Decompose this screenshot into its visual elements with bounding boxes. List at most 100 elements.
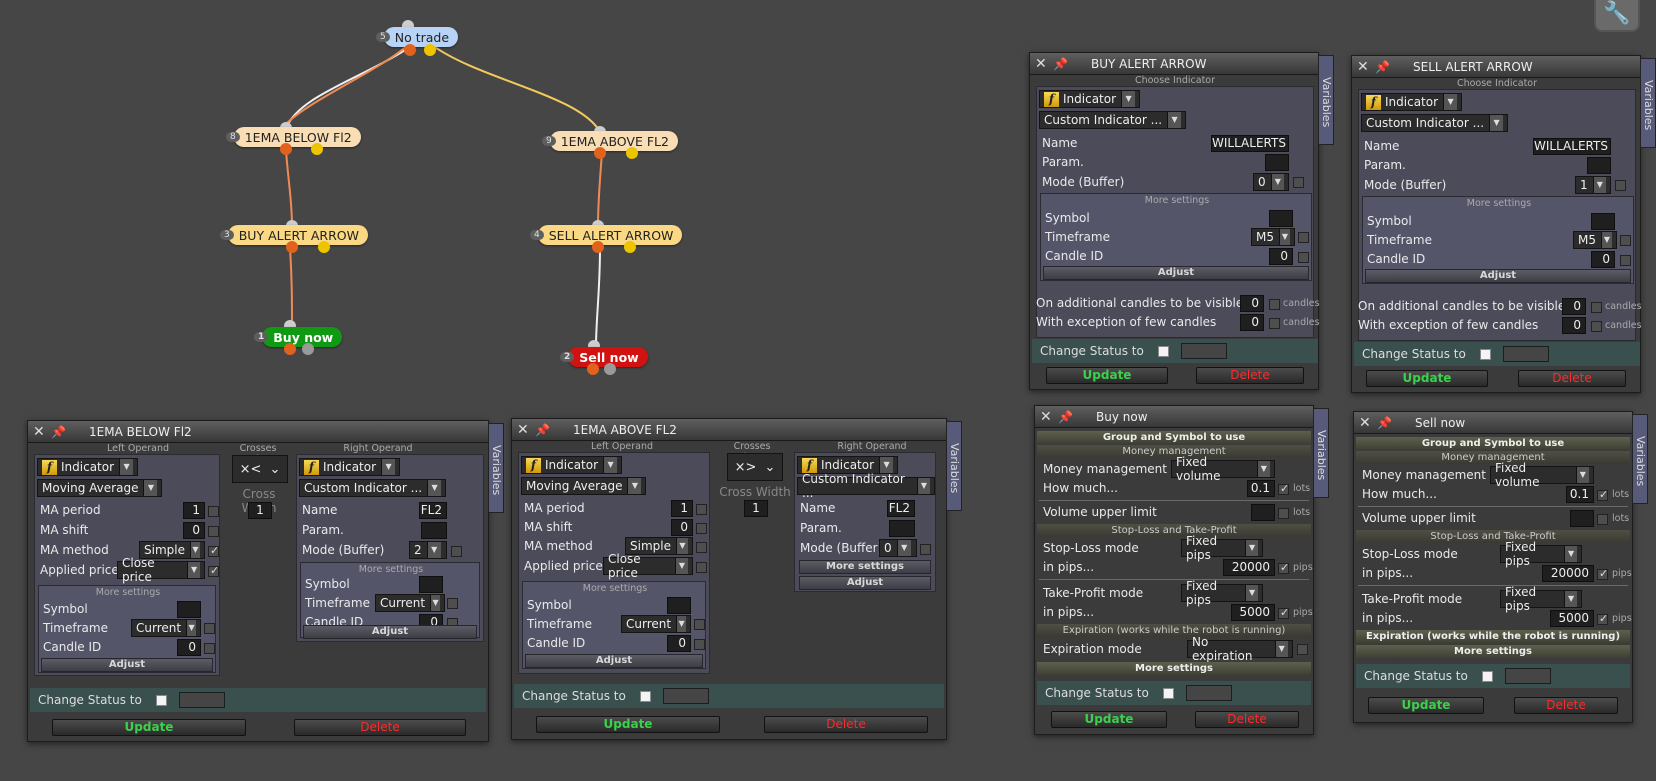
operand-kind-select[interactable]: f Indicator ▼ xyxy=(521,456,623,474)
delete-button[interactable]: Delete xyxy=(1196,367,1304,384)
ma-shift-input[interactable]: 0 xyxy=(671,519,693,536)
checkbox[interactable] xyxy=(1591,321,1602,332)
output-connector[interactable] xyxy=(286,241,298,253)
output-connector[interactable] xyxy=(311,143,323,155)
adjust-button[interactable]: Adjust xyxy=(1043,266,1309,280)
checkbox[interactable] xyxy=(1597,488,1608,501)
group-symbol-section[interactable]: Group and Symbol to use xyxy=(1356,437,1630,450)
variables-tab[interactable]: Variables xyxy=(1313,408,1329,498)
cross-type-select[interactable]: ×> ⌄ xyxy=(727,453,783,481)
update-button[interactable]: Update xyxy=(1368,697,1484,714)
take-profit-pips-input[interactable]: 5000 xyxy=(1231,604,1275,621)
symbol-input[interactable] xyxy=(1591,213,1615,230)
stop-loss-select[interactable]: Fixed pips ▼ xyxy=(1181,534,1263,562)
param-input[interactable] xyxy=(1265,154,1289,171)
variables-tab[interactable]: Variables xyxy=(488,423,504,513)
indicator-type-select[interactable]: Moving Average ▼ xyxy=(37,479,163,497)
name-input[interactable]: FL2 xyxy=(419,502,447,519)
checkbox[interactable] xyxy=(208,544,219,557)
expiration-section[interactable]: Expiration (works while the robot is run… xyxy=(1356,630,1630,643)
ma-shift-input[interactable]: 0 xyxy=(183,522,205,539)
cross-type-select[interactable]: ×< ⌄ xyxy=(232,455,288,483)
checkbox[interactable] xyxy=(447,598,458,609)
output-connector[interactable] xyxy=(424,44,436,56)
status-checkbox[interactable] xyxy=(155,694,167,706)
checkbox[interactable] xyxy=(204,643,215,654)
pin-icon[interactable]: 📌 xyxy=(51,425,69,439)
variables-tab[interactable]: Variables xyxy=(946,421,962,511)
stop-loss-select[interactable]: Fixed pips ▼ xyxy=(1500,540,1582,568)
mode-buffer-select[interactable]: 1 ▼ xyxy=(1575,176,1611,194)
timeframe-select[interactable]: Current ▼ xyxy=(621,615,691,633)
checkbox[interactable] xyxy=(208,526,219,537)
output-connector[interactable] xyxy=(594,147,606,159)
status-select[interactable] xyxy=(1502,346,1549,362)
adjust-button[interactable]: Adjust xyxy=(525,654,703,668)
checkbox[interactable] xyxy=(1297,644,1308,655)
update-button[interactable]: Update xyxy=(52,719,246,736)
how-much-input[interactable]: 0.1 xyxy=(1247,480,1275,497)
checkbox[interactable] xyxy=(1298,252,1309,263)
pin-icon[interactable]: 📌 xyxy=(535,423,553,437)
checkbox[interactable] xyxy=(1597,514,1608,525)
more-settings-button[interactable]: More settings xyxy=(799,560,931,574)
exception-candles-input[interactable]: 0 xyxy=(1240,314,1264,331)
status-select[interactable] xyxy=(1185,685,1232,701)
cross-width-input[interactable]: 1 xyxy=(744,500,768,517)
checkbox[interactable] xyxy=(1278,606,1289,619)
timeframe-select[interactable]: Current ▼ xyxy=(375,594,445,612)
delete-button[interactable]: Delete xyxy=(764,716,928,733)
checkbox[interactable] xyxy=(451,546,462,557)
how-much-input[interactable]: 0.1 xyxy=(1566,486,1594,503)
status-checkbox[interactable] xyxy=(1162,687,1174,699)
applied-price-select[interactable]: Close price ▼ xyxy=(603,552,693,580)
candle-id-input[interactable]: 0 xyxy=(667,635,691,652)
pin-icon[interactable]: 📌 xyxy=(1377,416,1395,430)
close-icon[interactable]: ✕ xyxy=(1035,56,1047,72)
checkbox[interactable] xyxy=(1597,567,1608,580)
update-button[interactable]: Update xyxy=(1366,370,1488,387)
applied-price-select[interactable]: Close price ▼ xyxy=(117,556,205,584)
status-select[interactable] xyxy=(662,688,709,704)
pin-icon[interactable]: 📌 xyxy=(1053,57,1071,71)
money-management-select[interactable]: Fixed volume ▼ xyxy=(1171,455,1275,483)
close-icon[interactable]: ✕ xyxy=(1040,409,1052,425)
update-button[interactable]: Update xyxy=(536,716,720,733)
name-input[interactable]: WILLALERTS xyxy=(1211,135,1289,152)
update-button[interactable]: Update xyxy=(1046,367,1168,384)
adjust-button[interactable]: Adjust xyxy=(303,625,477,639)
timeframe-select[interactable]: M5 ▼ xyxy=(1251,228,1295,246)
output-connector[interactable] xyxy=(318,241,330,253)
status-select[interactable] xyxy=(1180,343,1227,359)
output-connector[interactable] xyxy=(587,363,599,375)
checkbox[interactable] xyxy=(1278,482,1289,495)
pin-icon[interactable]: 📌 xyxy=(1375,60,1393,74)
checkbox[interactable] xyxy=(1269,318,1280,329)
operand-kind-select[interactable]: f Indicator ▼ xyxy=(1039,90,1141,108)
param-input[interactable] xyxy=(421,522,447,539)
more-settings-button[interactable]: More settings xyxy=(1356,645,1630,658)
status-select[interactable] xyxy=(178,692,225,708)
wrench-icon[interactable]: 🔧 xyxy=(1594,0,1640,32)
adjust-button[interactable]: Adjust xyxy=(1365,269,1631,283)
output-connector[interactable] xyxy=(604,363,616,375)
mode-buffer-select[interactable]: 0 ▼ xyxy=(879,539,917,557)
close-icon[interactable]: ✕ xyxy=(517,422,529,438)
checkbox[interactable] xyxy=(1298,232,1309,243)
timeframe-select[interactable]: Current ▼ xyxy=(131,619,201,637)
node-no-trade[interactable]: 5 No trade xyxy=(376,27,459,47)
variables-tab[interactable]: Variables xyxy=(1318,55,1334,145)
checkbox[interactable] xyxy=(208,564,219,577)
delete-button[interactable]: Delete xyxy=(1518,370,1626,387)
symbol-input[interactable] xyxy=(1269,210,1293,227)
output-connector[interactable] xyxy=(624,241,636,253)
exception-candles-input[interactable]: 0 xyxy=(1562,317,1586,334)
additional-candles-input[interactable]: 0 xyxy=(1240,295,1264,312)
checkbox[interactable] xyxy=(204,623,215,634)
symbol-input[interactable] xyxy=(419,576,443,593)
more-settings-button[interactable]: More settings xyxy=(1037,662,1311,675)
ma-period-input[interactable]: 1 xyxy=(671,500,693,517)
node-1ema-above[interactable]: 9 1EMA ABOVE FL2 xyxy=(542,131,678,151)
group-symbol-section[interactable]: Group and Symbol to use xyxy=(1037,431,1311,444)
output-connector[interactable] xyxy=(626,147,638,159)
